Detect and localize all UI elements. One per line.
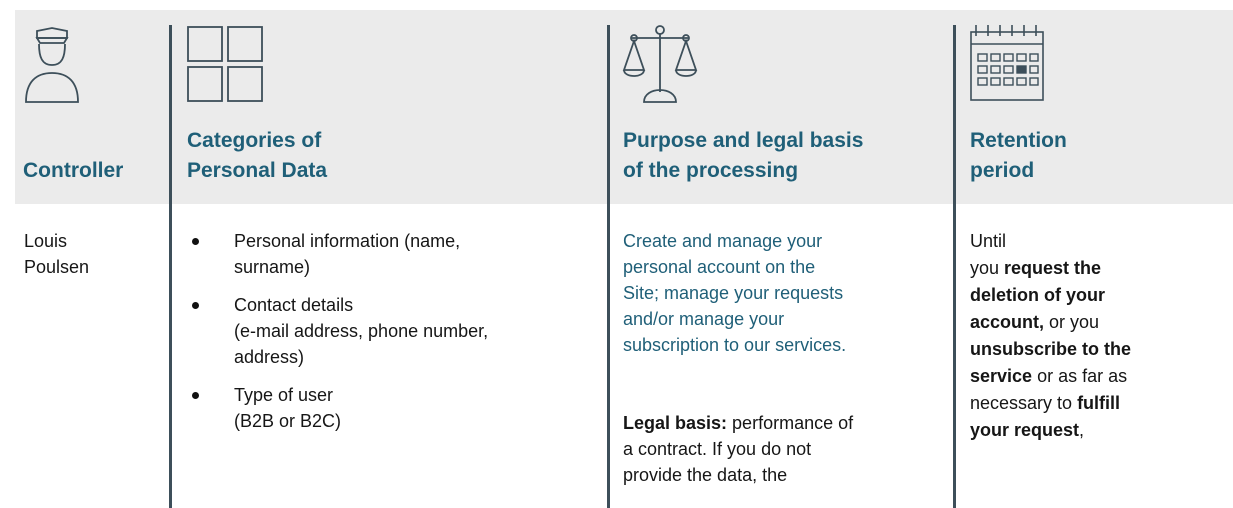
list-item-line: (e-mail address, phone number,	[234, 321, 489, 341]
controller-name-line: Poulsen	[24, 257, 90, 277]
list-item: Type of user (B2B or B2C)	[186, 382, 596, 434]
legal-basis-line: a contract. If you do not	[623, 439, 812, 459]
column-divider	[169, 25, 172, 508]
retention-header-line: period	[970, 159, 1035, 182]
retention-text: or as far as	[1032, 366, 1128, 386]
retention-text: ,	[1079, 420, 1085, 440]
categories-header: Categories of Personal Data	[187, 126, 327, 186]
legal-basis: Legal basis: performance of a contract. …	[623, 410, 943, 488]
categories-list-container: Personal information (name, surname) Con…	[186, 228, 596, 446]
categories-header-line: Personal Data	[187, 159, 328, 182]
legal-basis-label: Legal basis:	[623, 413, 728, 433]
legal-basis-line: provide the data, the	[623, 465, 788, 485]
purpose-line: subscription to our services.	[623, 335, 847, 355]
purpose-line: Site; manage your requests	[623, 283, 844, 303]
legal-basis-text: performance of	[727, 413, 854, 433]
retention-header: Retention period	[970, 126, 1067, 186]
retention-emphasis: deletion of your	[970, 285, 1105, 305]
retention-line: account, or you	[970, 309, 1225, 336]
retention-emphasis: request the	[1004, 258, 1102, 278]
police-officer-icon	[24, 27, 80, 103]
column-divider	[953, 25, 956, 508]
list-item-line: (B2B or B2C)	[234, 411, 342, 431]
purpose-header-line: Purpose and legal basis	[623, 129, 864, 152]
retention-text: or you	[1044, 312, 1100, 332]
scales-icon	[622, 24, 698, 104]
retention-line: necessary to fulfill	[970, 390, 1225, 417]
retention-emphasis: your request	[970, 420, 1080, 440]
retention-description: Until you request the deletion of your a…	[970, 228, 1225, 444]
retention-emphasis: service	[970, 366, 1033, 386]
retention-emphasis: fulfill	[1077, 393, 1121, 413]
column-divider	[607, 25, 610, 508]
list-item-line: surname)	[234, 257, 311, 277]
list-item: Contact details (e-mail address, phone n…	[186, 292, 596, 370]
grid-icon	[187, 26, 263, 102]
retention-emphasis: account,	[970, 312, 1045, 332]
purpose-description: Create and manage your personal account …	[623, 228, 943, 358]
categories-list: Personal information (name, surname) Con…	[186, 228, 596, 434]
controller-name: Louis Poulsen	[24, 228, 89, 280]
purpose-header-line: of the processing	[623, 159, 799, 182]
retention-line: your request,	[970, 417, 1225, 444]
retention-text: necessary to	[970, 393, 1078, 413]
list-item-line: Personal information (name,	[234, 231, 461, 251]
purpose-line: Create and manage your	[623, 231, 823, 251]
purpose-header: Purpose and legal basis of the processin…	[623, 126, 863, 186]
list-item-line: Contact details	[234, 295, 354, 315]
list-item-line: Type of user	[234, 385, 334, 405]
purpose-line: personal account on the	[623, 257, 816, 277]
legal-basis-line: Legal basis: performance of	[623, 410, 943, 436]
categories-header-line: Categories of	[187, 129, 322, 152]
retention-emphasis: unsubscribe to the	[970, 339, 1132, 359]
retention-header-line: Retention	[970, 129, 1067, 152]
controller-header: Controller	[23, 159, 124, 182]
retention-line: Until	[970, 231, 1007, 251]
retention-line: unsubscribe to the	[970, 336, 1225, 363]
controller-name-line: Louis	[24, 231, 68, 251]
retention-line: you request the	[970, 255, 1225, 282]
retention-line: deletion of your	[970, 282, 1225, 309]
calendar-icon	[970, 24, 1044, 102]
list-item-line: address)	[234, 347, 305, 367]
purpose-line: and/or manage your	[623, 309, 785, 329]
retention-line: service or as far as	[970, 363, 1225, 390]
list-item: Personal information (name, surname)	[186, 228, 596, 280]
retention-text: you	[970, 258, 1005, 278]
